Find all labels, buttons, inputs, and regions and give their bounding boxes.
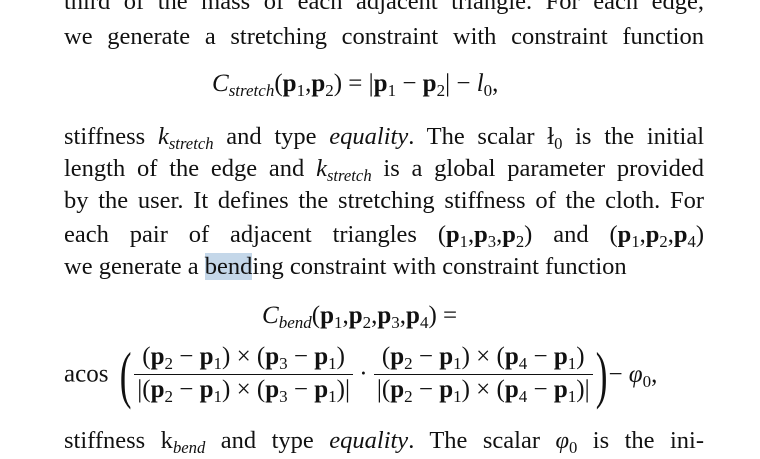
text-line-6: each pair of adjacent triangles (p1,p3,p… (64, 221, 704, 251)
text-line-1: third of the mass of each adjacent trian… (64, 0, 704, 15)
text-line-8: stiffness kbend and type equality. The s… (64, 427, 705, 457)
text-line-3: stiffness kstretch and type equality. Th… (64, 123, 705, 153)
stretch-constraint-equation: Cstretch(p1,p2) = |p1 − p2| − l0, (212, 70, 499, 101)
text-line-5: by the user. It defines the stretching s… (64, 187, 704, 214)
text-line-4: length of the edge and kstretch is a glo… (64, 155, 704, 185)
document-page: third of the mass of each adjacent trian… (0, 0, 760, 457)
text-line-2: we generate a stretching constraint with… (64, 23, 704, 50)
text-line-7: we generate a bending constraint with co… (64, 253, 627, 280)
selected-text-highlight[interactable]: bend (204, 253, 253, 280)
bend-constraint-rhs: acos ( (p2 − p1) × (p3 − p1) |(p2 − p1) … (64, 338, 658, 410)
bend-constraint-lhs: Cbend(p1,p2,p3,p4) = (262, 302, 458, 333)
